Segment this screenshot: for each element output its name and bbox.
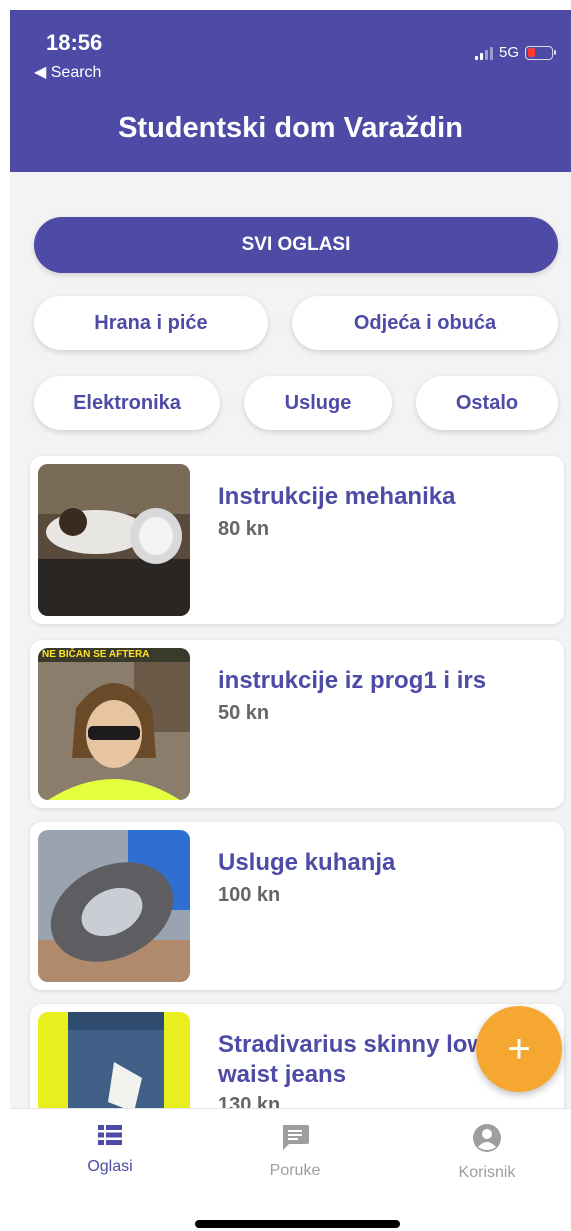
listing-card[interactable]: Usluge kuhanja 100 kn	[30, 822, 564, 990]
status-time: 18:56	[46, 30, 103, 55]
listing-image: NE BIČAN SE AFTERA	[38, 648, 190, 800]
home-indicator	[195, 1220, 400, 1228]
back-to-search-link[interactable]: ◀ Search	[34, 62, 101, 82]
filter-all-button[interactable]: SVI OGLASI	[34, 217, 558, 273]
nav-item-korisnik[interactable]: Korisnik	[427, 1123, 547, 1182]
user-icon	[473, 1124, 501, 1152]
battery-icon	[525, 45, 556, 60]
listing-image	[38, 464, 190, 616]
bottom-nav: Oglasi Poruke Korisnik	[10, 1108, 571, 1231]
image-caption-text: NE BIČAN SE AFTERA	[42, 649, 150, 660]
nav-label: Oglasi	[87, 1158, 133, 1175]
listing-card[interactable]: NE BIČAN SE AFTERA instrukcije iz prog1 …	[30, 640, 564, 808]
list-icon	[98, 1125, 122, 1145]
add-listing-button[interactable]: +	[476, 1006, 562, 1092]
signal-icon	[474, 46, 493, 60]
listing-price: 50 kn	[218, 702, 270, 724]
nav-item-poruke[interactable]: Poruke	[235, 1123, 355, 1180]
listing-price: 80 kn	[218, 518, 270, 540]
nav-label: Poruke	[269, 1162, 321, 1179]
message-icon	[283, 1125, 309, 1150]
app-screen: 18:56 ◀ Search 5G Studentski dom Varaždi…	[10, 10, 571, 1231]
page-title: Studentski dom Varaždin	[118, 112, 463, 144]
listing-price: 100 kn	[218, 884, 281, 906]
filter-other-button[interactable]: Ostalo	[416, 376, 558, 430]
nav-label: Korisnik	[458, 1164, 516, 1181]
listing-image	[38, 830, 190, 982]
network-type: 5G	[498, 44, 519, 61]
status-indicators: 5G	[474, 44, 556, 61]
app-header: 18:56 ◀ Search 5G Studentski dom Varaždi…	[10, 10, 571, 172]
filter-food-button[interactable]: Hrana i piće	[34, 296, 268, 350]
listing-title: Instrukcije mehanika	[218, 483, 456, 510]
filter-clothes-button[interactable]: Odjeća i obuća	[292, 296, 558, 350]
listing-card[interactable]: Instrukcije mehanika 80 kn	[30, 456, 564, 624]
filter-services-button[interactable]: Usluge	[244, 376, 392, 430]
listing-title: instrukcije iz prog1 i irs	[218, 667, 487, 694]
listing-title: Usluge kuhanja	[218, 849, 396, 876]
nav-item-oglasi[interactable]: Oglasi	[50, 1123, 170, 1176]
filter-electronics-button[interactable]: Elektronika	[34, 376, 220, 430]
